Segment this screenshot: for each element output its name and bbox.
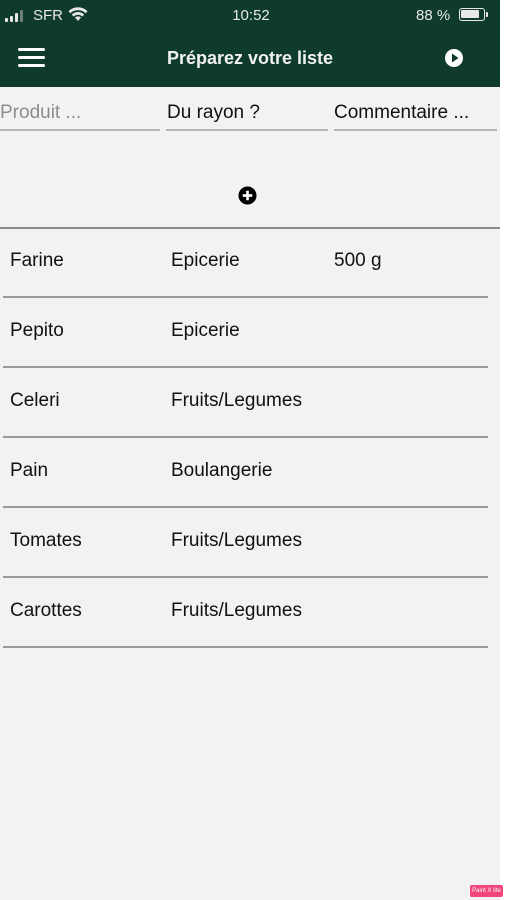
item-product: Celeri bbox=[10, 390, 60, 411]
product-field bbox=[0, 99, 160, 131]
item-product: Farine bbox=[10, 250, 64, 271]
item-aisle: Fruits/Legumes bbox=[171, 530, 302, 551]
comment-field bbox=[334, 99, 497, 131]
wifi-icon bbox=[68, 7, 88, 21]
app-header: Préparez votre liste bbox=[0, 32, 500, 87]
item-aisle: Fruits/Legumes bbox=[171, 600, 302, 621]
hamburger-menu-icon[interactable] bbox=[18, 48, 45, 68]
play-circle-icon[interactable] bbox=[444, 48, 464, 68]
item-aisle: Boulangerie bbox=[171, 460, 273, 481]
item-product: Carottes bbox=[10, 600, 82, 621]
battery-level bbox=[461, 10, 480, 18]
item-aisle: Epicerie bbox=[171, 320, 240, 341]
add-item-button[interactable] bbox=[238, 186, 257, 205]
list-item[interactable]: Carottes Fruits/Legumes bbox=[0, 578, 500, 648]
cellular-signal-icon bbox=[5, 10, 23, 22]
item-product: Pain bbox=[10, 460, 49, 481]
page-title: Préparez votre liste bbox=[166, 48, 334, 68]
row-divider bbox=[3, 646, 488, 648]
item-comment: 500 g bbox=[334, 250, 382, 271]
product-input[interactable] bbox=[0, 99, 160, 127]
item-product: Tomates bbox=[10, 530, 82, 551]
carrier-name: SFR bbox=[33, 7, 63, 24]
list-item[interactable]: Pain Boulangerie bbox=[0, 438, 500, 508]
item-aisle: Epicerie bbox=[171, 250, 240, 271]
status-bar: SFR 10:52 88 % bbox=[0, 0, 500, 32]
item-entry-form bbox=[0, 87, 500, 137]
shopping-list: Farine Epicerie 500 g Pepito Epicerie Ce… bbox=[0, 228, 500, 648]
app-screen: SFR 10:52 88 % Préparez votre liste Prod… bbox=[0, 0, 500, 900]
list-item[interactable]: Tomates Fruits/Legumes bbox=[0, 508, 500, 578]
item-aisle: Fruits/Legumes bbox=[171, 390, 302, 411]
aisle-field bbox=[166, 99, 329, 131]
comment-input[interactable] bbox=[334, 99, 497, 127]
list-item[interactable]: Celeri Fruits/Legumes bbox=[0, 368, 500, 438]
list-item[interactable]: Pepito Epicerie bbox=[0, 298, 500, 368]
aisle-input[interactable] bbox=[166, 99, 329, 127]
item-product: Pepito bbox=[10, 320, 64, 341]
battery-icon bbox=[459, 8, 488, 21]
clock: 10:52 bbox=[232, 7, 270, 24]
watermark-badge: Paint X lite bbox=[470, 885, 503, 897]
battery-percentage: 88 % bbox=[416, 7, 451, 24]
list-item[interactable]: Farine Epicerie 500 g bbox=[0, 228, 500, 298]
